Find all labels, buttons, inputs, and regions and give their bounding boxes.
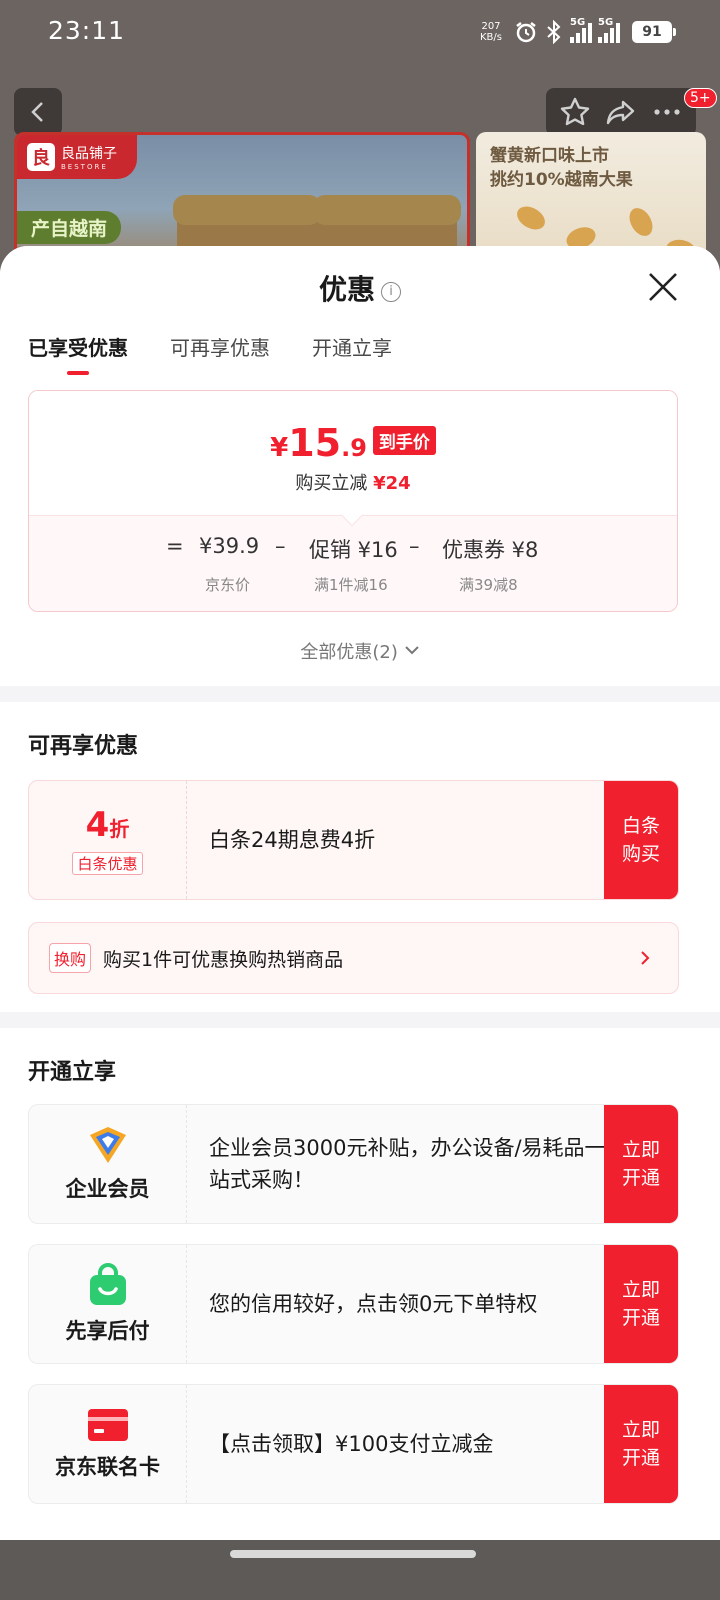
more-offers-section: 可再享优惠 4折 白条优惠 白条24期息费4折 白条购买 换购 购买1件可优惠换… <box>0 702 720 1012</box>
section-title-more: 可再享优惠 <box>28 734 139 759</box>
offer-description: 白条24期息费4折 <box>209 828 376 852</box>
baitiao-buy-button[interactable]: 白条购买 <box>604 781 678 899</box>
offer-tabs: 已享受优惠 可再享优惠 开通立享 <box>28 332 392 375</box>
open-now-button[interactable]: 立即开通 <box>604 1385 678 1503</box>
base-price: ¥39.9 <box>199 534 260 558</box>
network-speed: 207 KB/s <box>480 21 502 43</box>
tab-open[interactable]: 开通立享 <box>312 332 392 375</box>
baitiao-tag: 白条优惠 <box>72 851 143 875</box>
open-item-label: 先享后付 <box>65 1319 150 1343</box>
price-breakdown-card: ¥15.9 到手价 购买立减 ¥24 = ¥39.9 – 促销 ¥16 – 优惠券… <box>28 390 678 612</box>
signal-icon-1: 5G <box>570 17 592 43</box>
swap-offer-row[interactable]: 换购 购买1件可优惠换购热销商品 <box>28 922 679 994</box>
star-icon[interactable] <box>559 96 591 128</box>
product-image-card[interactable]: 良 良品铺子 BESTORE 产自越南 <box>14 132 470 262</box>
message-badge: 5+ <box>684 88 717 108</box>
offer-description: 【点击领取】¥100支付立减金 <box>209 1432 494 1456</box>
swap-tag: 换购 <box>49 943 92 973</box>
open-offers-section: 开通立享 企业会员 企业会员3000元补贴，办公设备/易耗品一站式采购！ 立即开… <box>0 1028 720 1540</box>
promo-text: 蟹黄新口味上市 挑约10%越南大果 <box>490 146 633 190</box>
brand-en: BESTORE <box>61 163 108 171</box>
cashew-image <box>513 201 549 235</box>
action-bar <box>546 88 696 136</box>
brand-banner: 良 良品铺子 BESTORE <box>17 135 137 179</box>
section-title-open: 开通立享 <box>28 1060 117 1085</box>
credit-card-icon <box>87 1409 128 1441</box>
coupon-amount: 优惠券 ¥8 <box>442 538 539 562</box>
open-item-label: 京东联名卡 <box>55 1455 160 1479</box>
offers-sheet: 优惠 i 已享受优惠 可再享优惠 开通立享 ¥15.9 到手价 购买立减 ¥24 = <box>0 246 720 1600</box>
open-item-label: 企业会员 <box>65 1177 150 1201</box>
baitiao-offer-card[interactable]: 4折 白条优惠 白条24期息费4折 白条购买 <box>28 780 679 900</box>
share-icon[interactable] <box>605 96 637 128</box>
brand-logo: 良 <box>27 143 55 171</box>
discount-value: 4折 <box>85 804 130 845</box>
tab-enjoyed[interactable]: 已享受优惠 <box>28 332 128 375</box>
enterprise-member-icon <box>89 1127 126 1163</box>
chevron-down-icon <box>404 646 419 655</box>
close-icon[interactable] <box>646 270 680 304</box>
status-icons: 207 KB/s 5G 5G 91 <box>480 14 676 50</box>
cashew-image <box>624 204 658 240</box>
pay-later-card[interactable]: 先享后付 您的信用较好，点击领0元下单特权 立即开通 <box>28 1244 679 1364</box>
info-icon[interactable]: i <box>381 282 401 302</box>
alarm-icon <box>516 22 536 43</box>
system-nav-bar <box>0 1540 720 1600</box>
shopping-bag-icon <box>89 1263 126 1305</box>
status-time: 23:11 <box>48 16 126 45</box>
reduce-line: 购买立减 ¥24 <box>295 473 411 494</box>
back-button[interactable] <box>14 88 62 136</box>
all-offers-toggle[interactable]: 全部优惠(2) <box>0 638 720 664</box>
more-icon[interactable] <box>651 96 683 128</box>
offer-description: 企业会员3000元补贴，办公设备/易耗品一站式采购！ <box>209 1136 606 1192</box>
sheet-title: 优惠 i <box>0 268 720 308</box>
status-bar: 23:11 207 KB/s 5G 5G 91 <box>0 0 720 64</box>
promo-amount: 促销 ¥16 <box>309 538 398 562</box>
open-now-button[interactable]: 立即开通 <box>604 1105 678 1223</box>
home-indicator[interactable] <box>230 1550 476 1558</box>
enjoyed-section: 优惠 i 已享受优惠 可再享优惠 开通立享 ¥15.9 到手价 购买立减 ¥24 = <box>0 246 720 686</box>
product-nav <box>0 88 720 138</box>
tab-more[interactable]: 可再享优惠 <box>170 332 270 375</box>
final-price-tag: 到手价 <box>372 426 436 455</box>
open-now-button[interactable]: 立即开通 <box>604 1245 678 1363</box>
origin-tag: 产自越南 <box>17 211 122 244</box>
offer-description: 您的信用较好，点击领0元下单特权 <box>209 1292 538 1316</box>
enterprise-member-card[interactable]: 企业会员 企业会员3000元补贴，办公设备/易耗品一站式采购！ 立即开通 <box>28 1104 679 1224</box>
signal-icon-2: 5G <box>598 17 620 43</box>
promo-image-card[interactable]: 蟹黄新口味上市 挑约10%越南大果 <box>476 132 706 262</box>
bluetooth-icon <box>547 20 561 44</box>
swap-text: 购买1件可优惠换购热销商品 <box>103 948 344 971</box>
cobrand-card-card[interactable]: 京东联名卡 【点击领取】¥100支付立减金 立即开通 <box>28 1384 679 1504</box>
final-price: ¥15.9 到手价 <box>29 421 677 465</box>
chevron-right-icon <box>641 951 650 965</box>
brand-name: 良品铺子 <box>61 146 117 162</box>
battery-icon: 91 <box>632 21 676 43</box>
chevron-left-icon <box>31 102 43 122</box>
